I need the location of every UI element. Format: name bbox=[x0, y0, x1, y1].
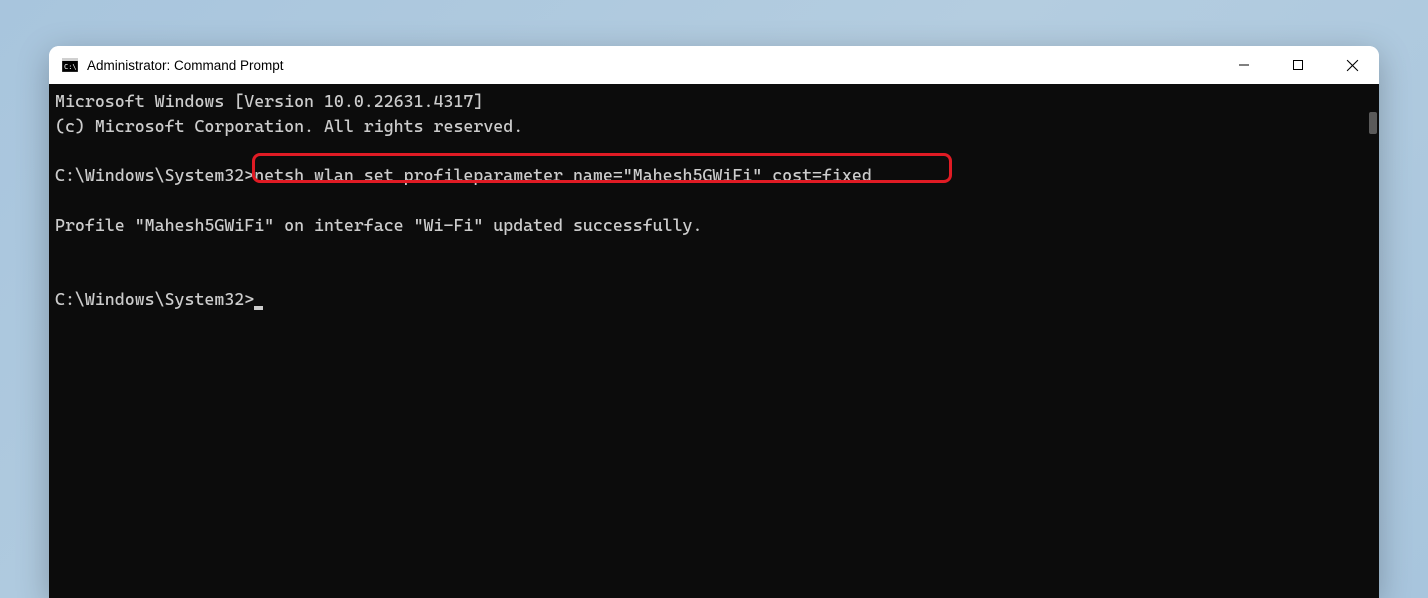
titlebar[interactable]: C:\ Administrator: Command Prompt bbox=[49, 46, 1379, 84]
prompt-path: C:\Windows\System32> bbox=[55, 165, 254, 185]
scrollbar-thumb[interactable] bbox=[1369, 112, 1377, 134]
terminal-output: Microsoft Windows [Version 10.0.22631.43… bbox=[55, 89, 1373, 311]
command-text: netsh wlan set profileparameter name="Ma… bbox=[254, 165, 872, 185]
window-controls bbox=[1217, 46, 1379, 84]
prompt-path: C:\Windows\System32> bbox=[55, 289, 254, 309]
command-output: Profile "Mahesh5GWiFi" on interface "Wi-… bbox=[55, 215, 702, 235]
window-title: Administrator: Command Prompt bbox=[87, 58, 1217, 73]
version-line: Microsoft Windows [Version 10.0.22631.43… bbox=[55, 91, 483, 111]
command-prompt-window: C:\ Administrator: Command Prompt Micros… bbox=[49, 46, 1379, 598]
copyright-line: (c) Microsoft Corporation. All rights re… bbox=[55, 116, 523, 136]
svg-text:C:\: C:\ bbox=[64, 63, 77, 71]
close-button[interactable] bbox=[1325, 46, 1379, 84]
terminal-area[interactable]: Microsoft Windows [Version 10.0.22631.43… bbox=[49, 84, 1379, 598]
minimize-button[interactable] bbox=[1217, 46, 1271, 84]
cmd-icon: C:\ bbox=[61, 56, 79, 74]
cursor bbox=[254, 306, 263, 310]
maximize-button[interactable] bbox=[1271, 46, 1325, 84]
